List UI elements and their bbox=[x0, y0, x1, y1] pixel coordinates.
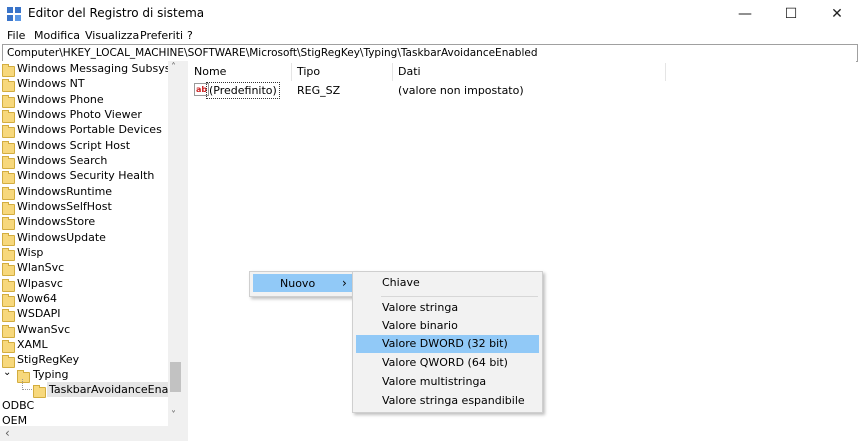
submenu-item-valore-binario[interactable]: Valore binario bbox=[356, 317, 539, 335]
folder-icon bbox=[2, 187, 15, 200]
folder-icon bbox=[2, 248, 15, 261]
column-header-name[interactable]: Nome bbox=[194, 65, 226, 81]
folder-icon bbox=[33, 385, 46, 398]
value-data: (valore non impostato) bbox=[398, 84, 524, 97]
scroll-left-icon[interactable]: ‹ bbox=[5, 426, 10, 440]
maximize-button[interactable]: ☐ bbox=[768, 0, 814, 27]
folder-icon bbox=[2, 233, 15, 246]
maximize-icon: ☐ bbox=[784, 5, 798, 22]
folder-icon bbox=[2, 279, 15, 292]
tree-horizontal-scrollbar[interactable]: ‹ bbox=[0, 426, 183, 441]
address-path: Computer\HKEY_LOCAL_MACHINE\SOFTWARE\Mic… bbox=[7, 47, 538, 59]
folder-icon bbox=[2, 263, 15, 276]
column-header-data[interactable]: Dati bbox=[398, 65, 421, 81]
submenu-item-valore-dword[interactable]: Valore DWORD (32 bit) bbox=[356, 335, 539, 353]
scroll-up-icon[interactable]: ˄ bbox=[171, 62, 176, 73]
close-icon: ✕ bbox=[831, 5, 843, 22]
column-header-type[interactable]: Tipo bbox=[297, 65, 320, 81]
submenu-arrow-icon: › bbox=[342, 276, 347, 290]
folder-icon bbox=[2, 125, 15, 138]
menu-bar: File Modifica Visualizza Preferiti ? bbox=[0, 27, 860, 45]
folder-icon bbox=[2, 95, 15, 108]
submenu-item-chiave[interactable]: Chiave bbox=[356, 274, 539, 292]
column-separator[interactable] bbox=[392, 63, 393, 81]
context-menu-item-nuovo[interactable]: Nuovo › bbox=[253, 274, 353, 292]
folder-icon bbox=[2, 309, 15, 322]
folder-icon bbox=[2, 156, 15, 169]
scroll-down-icon[interactable]: ˅ bbox=[171, 410, 176, 421]
minimize-icon: — bbox=[738, 5, 752, 22]
folder-icon bbox=[2, 79, 15, 92]
expanded-chevron-icon[interactable]: ⌄ bbox=[3, 367, 11, 378]
new-submenu: Chiave Valore stringa Valore binario Val… bbox=[352, 271, 543, 413]
folder-icon bbox=[2, 294, 15, 307]
minimize-button[interactable]: — bbox=[722, 0, 768, 27]
folder-icon bbox=[2, 64, 15, 77]
folder-icon bbox=[2, 202, 15, 215]
key-tree[interactable]: Windows Messaging Subsystem Windows NT W… bbox=[0, 61, 183, 426]
folder-icon bbox=[2, 340, 15, 353]
window-title: Editor del Registro di sistema bbox=[28, 6, 205, 20]
folder-icon bbox=[2, 141, 15, 154]
folder-icon bbox=[2, 325, 15, 338]
value-type: REG_SZ bbox=[297, 84, 341, 97]
submenu-item-valore-multistringa[interactable]: Valore multistringa bbox=[356, 373, 539, 391]
submenu-item-valore-stringa-espandibile[interactable]: Valore stringa espandibile bbox=[356, 392, 539, 410]
menu-help[interactable]: ? bbox=[187, 29, 193, 42]
folder-icon bbox=[2, 171, 15, 184]
menu-modifica[interactable]: Modifica bbox=[34, 29, 80, 42]
tree-connector bbox=[22, 379, 32, 390]
folder-icon bbox=[2, 110, 15, 123]
menu-file[interactable]: File bbox=[7, 29, 25, 42]
address-bar[interactable]: Computer\HKEY_LOCAL_MACHINE\SOFTWARE\Mic… bbox=[2, 44, 858, 62]
menu-visualizza[interactable]: Visualizza bbox=[85, 29, 139, 42]
folder-icon bbox=[2, 217, 15, 230]
submenu-item-valore-qword[interactable]: Valore QWORD (64 bit) bbox=[356, 354, 539, 372]
value-name[interactable]: (Predefinito) bbox=[206, 82, 280, 99]
close-button[interactable]: ✕ bbox=[814, 0, 860, 27]
tree-scroll-thumb[interactable] bbox=[170, 362, 181, 392]
menu-separator bbox=[381, 296, 538, 297]
submenu-item-valore-stringa[interactable]: Valore stringa bbox=[356, 299, 539, 317]
regedit-app-icon bbox=[7, 7, 21, 21]
column-separator[interactable] bbox=[291, 63, 292, 81]
menu-preferiti[interactable]: Preferiti bbox=[140, 29, 183, 42]
context-menu: Nuovo › bbox=[249, 271, 357, 297]
column-separator[interactable] bbox=[665, 63, 666, 81]
